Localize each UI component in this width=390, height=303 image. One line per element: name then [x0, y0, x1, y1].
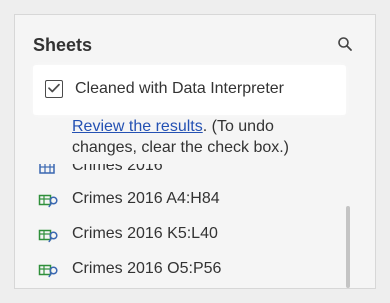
data-interpreter-sheet-icon [38, 194, 58, 208]
data-interpreter-sheet-icon [38, 264, 58, 278]
sheet-list-scrollbar[interactable] [346, 206, 350, 288]
sheet-label: Crimes 2016 A4:H84 [72, 190, 220, 207]
sheet-row-crimes-2016-k5-l40[interactable]: Crimes 2016 K5:L40 [15, 219, 335, 251]
sheet-label: Crimes 2016 O5:P56 [72, 260, 222, 277]
sheets-panel: Sheets Cleaned with Data Interpreter Rev… [14, 14, 376, 289]
data-interpreter-sheet-icon [38, 229, 58, 243]
review-results-link[interactable]: Review the results [72, 118, 203, 135]
sheet-list: Crimes 2016 Crimes 2016 A4:H84 Crimes 20… [15, 164, 355, 288]
sheet-label: Crimes 2016 K5:L40 [72, 225, 218, 242]
sheet-row-crimes-2016[interactable]: Crimes 2016 [15, 164, 335, 183]
data-interpreter-checkbox[interactable] [45, 80, 63, 98]
sheets-panel-title: Sheets [33, 35, 93, 55]
data-interpreter-note: Review the results. (To undo changes, cl… [72, 116, 342, 158]
sheet-row-crimes-2016-a4-h84[interactable]: Crimes 2016 A4:H84 [15, 184, 335, 216]
sheet-row-crimes-2016-o5-p56[interactable]: Crimes 2016 O5:P56 [15, 254, 335, 286]
data-interpreter-label: Cleaned with Data Interpreter [75, 80, 284, 97]
checkmark-icon [48, 83, 60, 93]
search-icon[interactable] [337, 36, 353, 52]
data-interpreter-option[interactable]: Cleaned with Data Interpreter [35, 67, 344, 113]
sheet-label: Crimes 2016 [72, 164, 163, 174]
sheet-icon [39, 164, 55, 174]
